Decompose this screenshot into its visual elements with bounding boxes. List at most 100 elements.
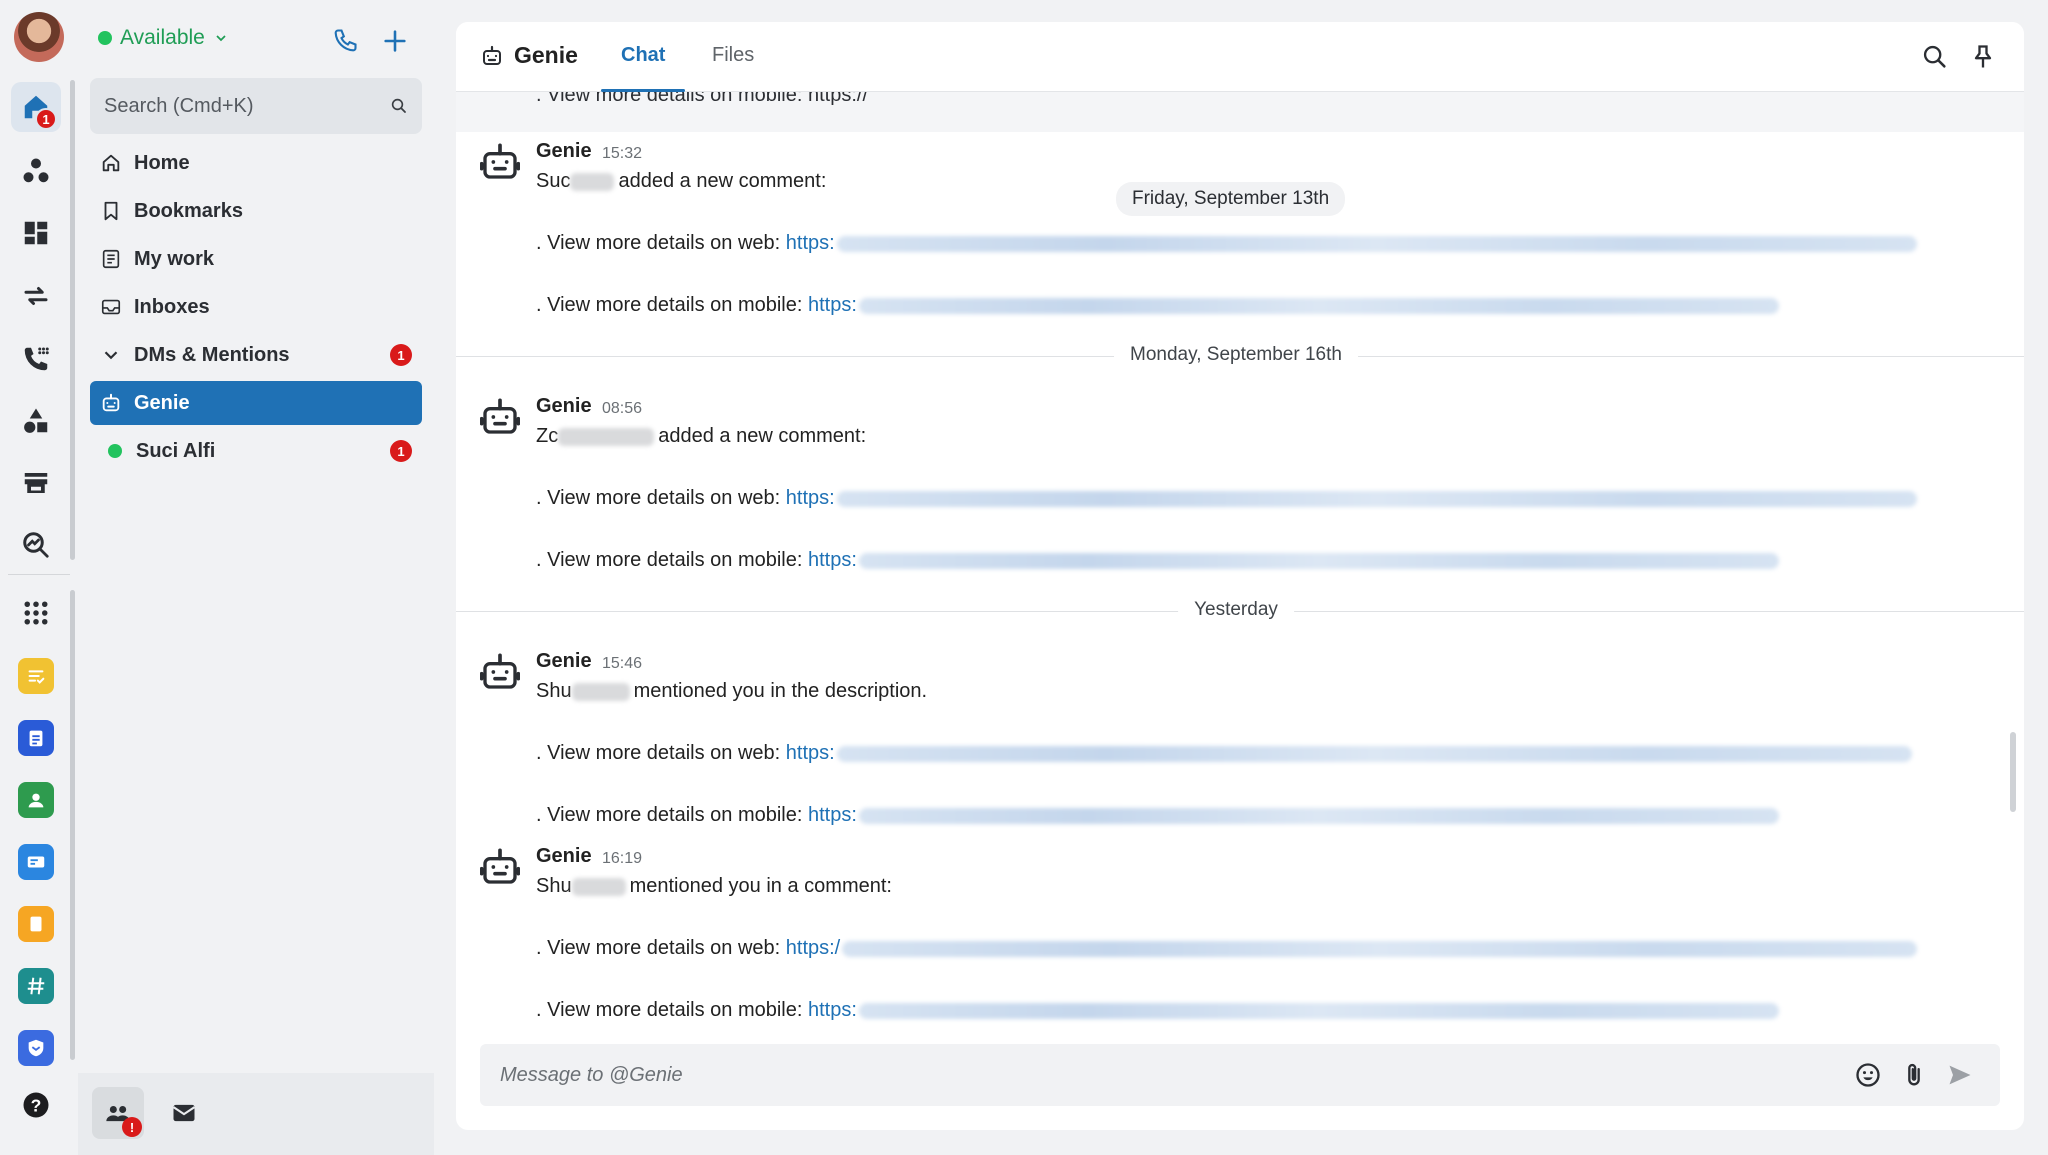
dms-unread-badge: 1 [390,344,412,366]
search-box[interactable] [90,78,422,134]
dm-suci-alfi[interactable]: Suci Alfi 1 [90,429,422,473]
channel-name: Genie [514,42,578,68]
dms-section-header[interactable]: DMs & Mentions 1 [90,333,422,377]
footer-alert-badge: ! [122,1117,142,1137]
mobile-link[interactable]: https: [808,804,857,826]
bot-icon [483,45,501,65]
mobile-link-line: . View more details on mobile: https: [536,294,1779,317]
message-author[interactable]: Genie [536,650,592,673]
rail-home-button[interactable]: 1 [11,82,61,132]
message-feed[interactable]: . View more details on mobile: https:// … [456,92,2024,1052]
rail-transfer-button[interactable] [11,271,61,321]
rail-analytics-button[interactable] [11,520,61,570]
date-divider: Monday, September 16th [456,344,2024,366]
inbox-icon [101,299,121,315]
home-outline-icon [102,154,120,172]
search-chat-button[interactable] [1918,40,1952,74]
mail-footer-button[interactable] [158,1087,210,1139]
web-link-line: . View more details on web: https: [536,232,1917,255]
attach-button[interactable] [1894,1055,1934,1095]
bot-avatar-icon [480,848,520,884]
pin-icon [1974,45,1992,68]
notes-app-icon[interactable] [18,658,54,694]
rail-all-apps-button[interactable] [11,588,61,638]
chat-panel: Genie Chat Files . View more details on … [456,22,2024,1130]
emoji-icon [1856,1063,1880,1087]
feed-scrollbar[interactable] [2010,732,2016,812]
nav-inboxes[interactable]: Inboxes [90,285,422,329]
truncated-previous-message: . View more details on mobile: https:// [456,92,2024,132]
chevron-down-icon [104,351,118,360]
search-icon [1923,45,1946,68]
message-author[interactable]: Genie [536,140,592,163]
nav-inboxes-label: Inboxes [134,295,210,318]
call-button[interactable] [328,24,362,58]
tab-chat[interactable]: Chat [600,44,687,92]
nav-home[interactable]: Home [90,141,422,185]
rail-divider [8,574,70,575]
mobile-link-line: . View more details on mobile: https: [536,999,1779,1022]
sidebar-footer: ! [78,1073,434,1155]
task-list-icon [102,249,120,269]
rail-store-button[interactable] [11,458,61,508]
message-time: 15:32 [602,145,643,162]
phone-dialpad-icon [24,347,49,371]
date-divider: Yesterday [456,599,2024,621]
mobile-link[interactable]: https: [808,294,857,316]
status-dropdown[interactable]: Available [98,26,229,50]
rail-scrollbar[interactable] [70,80,75,560]
plus-icon [384,30,406,52]
mobile-link-line: . View more details on mobile: https: [536,549,1779,572]
pinned-button[interactable] [1966,40,2000,74]
nav-bookmarks[interactable]: Bookmarks [90,189,422,233]
app-rail: 1 ? [0,0,78,1155]
dm-genie[interactable]: Genie [90,381,422,425]
emoji-button[interactable] [1848,1055,1888,1095]
rail-scrollbar[interactable] [70,590,75,1060]
tab-files[interactable]: Files [712,44,754,92]
mail-icon [172,1104,196,1122]
teams-footer-button[interactable]: ! [92,1087,144,1139]
document-app-icon[interactable] [18,906,54,942]
svg-text:?: ? [31,1095,42,1115]
clipboard-app-icon[interactable] [18,720,54,756]
search-input[interactable] [104,94,390,118]
rail-teams-button[interactable] [11,146,61,196]
rail-calls-button[interactable] [11,334,61,384]
chevron-down-icon [216,35,226,42]
bot-avatar-icon [480,143,520,179]
shield-app-icon[interactable] [18,1030,54,1066]
message-author[interactable]: Genie [536,395,592,418]
user-avatar[interactable] [14,12,64,62]
bookmark-icon [104,201,118,221]
dm-unread-badge: 1 [390,440,412,462]
web-link[interactable]: https: [786,232,835,254]
message-time: 15:46 [602,655,643,672]
web-link-line: . View more details on web: https:/ [536,937,1918,960]
rail-shapes-button[interactable] [11,396,61,446]
message-author[interactable]: Genie [536,845,592,868]
sidebar: Available Home Bookmarks My work Inboxes… [78,0,434,1155]
mobile-link[interactable]: https: [808,999,857,1021]
dashboard-icon [24,221,48,245]
send-button[interactable] [1940,1055,1980,1095]
nav-my-work[interactable]: My work [90,237,422,281]
web-link[interactable]: https:/ [786,937,840,959]
web-link[interactable]: https: [786,487,835,509]
card-app-icon[interactable] [18,844,54,880]
rail-dashboard-button[interactable] [11,208,61,258]
teams-icon [23,158,49,183]
sticky-date-badge: Friday, September 13th [1116,182,1346,216]
message-input[interactable] [500,1063,1842,1087]
bot-avatar-icon [480,398,520,434]
mobile-link-line: . View more details on mobile: https: [536,804,1779,827]
web-link[interactable]: https: [786,742,835,764]
hashtag-app-icon[interactable] [18,968,54,1004]
nav-bookmarks-label: Bookmarks [134,199,243,222]
new-message-button[interactable] [378,24,412,58]
transfer-arrows-icon [24,287,48,305]
people-app-icon[interactable] [18,782,54,818]
help-button[interactable]: ? [11,1080,61,1130]
mobile-link[interactable]: https: [808,549,857,571]
online-presence-dot [108,444,122,458]
